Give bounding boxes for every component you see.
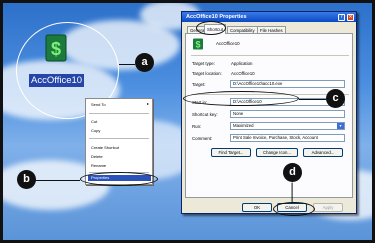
tutorial-screenshot: $ AccOffice10 a Send To ▸ Cut Copy Creat…: [0, 0, 375, 243]
comment-field[interactable]: Print Sale Invoice, Purchase, Stock, Acc…: [230, 134, 345, 142]
callout-c: c: [326, 89, 345, 108]
callout-leader: [34, 180, 80, 182]
start-in-highlight-ring: [183, 91, 299, 106]
callout-a: a: [135, 53, 154, 72]
target-label: Target:: [192, 82, 206, 87]
run-label: Run:: [192, 124, 202, 129]
menu-item-send-to[interactable]: Send To: [91, 102, 106, 107]
callout-leader: [119, 64, 135, 66]
change-icon-button[interactable]: Change Icon...: [256, 148, 298, 157]
shortcut-key-field[interactable]: None: [230, 110, 345, 118]
comment-label: Comment:: [192, 136, 213, 141]
close-button[interactable]: ×: [347, 13, 354, 21]
chevron-down-icon: ▾: [337, 123, 344, 129]
shortcut-key-label: Shortcut key:: [192, 112, 218, 117]
callout-b: b: [17, 170, 36, 189]
help-button[interactable]: ?: [338, 13, 345, 21]
properties-dialog: AccOffice10 Properties ? × General Short…: [181, 11, 357, 214]
run-select[interactable]: Maximized ▾: [230, 122, 345, 130]
excel-icon[interactable]: $: [42, 33, 70, 63]
shortcut-tab-highlight-ring: [196, 21, 226, 35]
callout-d: d: [283, 163, 302, 182]
cancel-highlight-ring: [273, 202, 315, 216]
menu-separator: [89, 113, 149, 114]
divider: [191, 55, 349, 56]
excel-icon: $: [192, 38, 204, 50]
properties-highlight-ring: [80, 172, 158, 186]
target-location-value: AccOffice10: [231, 71, 255, 76]
menu-item-create-shortcut[interactable]: Create Shortcut: [91, 145, 119, 150]
target-type-value: Application: [231, 61, 253, 66]
callout-leader: [291, 182, 293, 203]
svg-text:$: $: [51, 39, 61, 59]
advanced-button[interactable]: Advanced...: [303, 148, 343, 157]
menu-item-delete[interactable]: Delete: [91, 154, 103, 159]
shortcut-tab-panel: $ AccOffice10 Target type: Application T…: [185, 33, 353, 198]
callout-leader: [299, 99, 326, 101]
apply-button[interactable]: Apply: [313, 203, 343, 212]
menu-separator: [89, 138, 149, 139]
svg-text:$: $: [195, 40, 200, 50]
desktop-icon-label[interactable]: AccOffice10: [29, 74, 85, 87]
menu-item-copy[interactable]: Copy: [91, 128, 100, 133]
find-target-button[interactable]: Find Target...: [211, 148, 251, 157]
shortcut-name: AccOffice10: [216, 41, 240, 46]
menu-item-rename[interactable]: Rename: [91, 163, 106, 168]
run-select-value: Maximized: [233, 123, 254, 128]
target-location-label: Target location:: [192, 71, 222, 76]
target-type-label: Target type:: [192, 61, 215, 66]
target-field[interactable]: D:\AccOffice10\acc10.exe: [230, 80, 345, 88]
dialog-title: AccOffice10 Properties: [186, 14, 247, 20]
submenu-arrow-icon: ▸: [146, 101, 149, 106]
ok-button[interactable]: OK: [242, 203, 272, 212]
menu-item-cut[interactable]: Cut: [91, 119, 97, 124]
